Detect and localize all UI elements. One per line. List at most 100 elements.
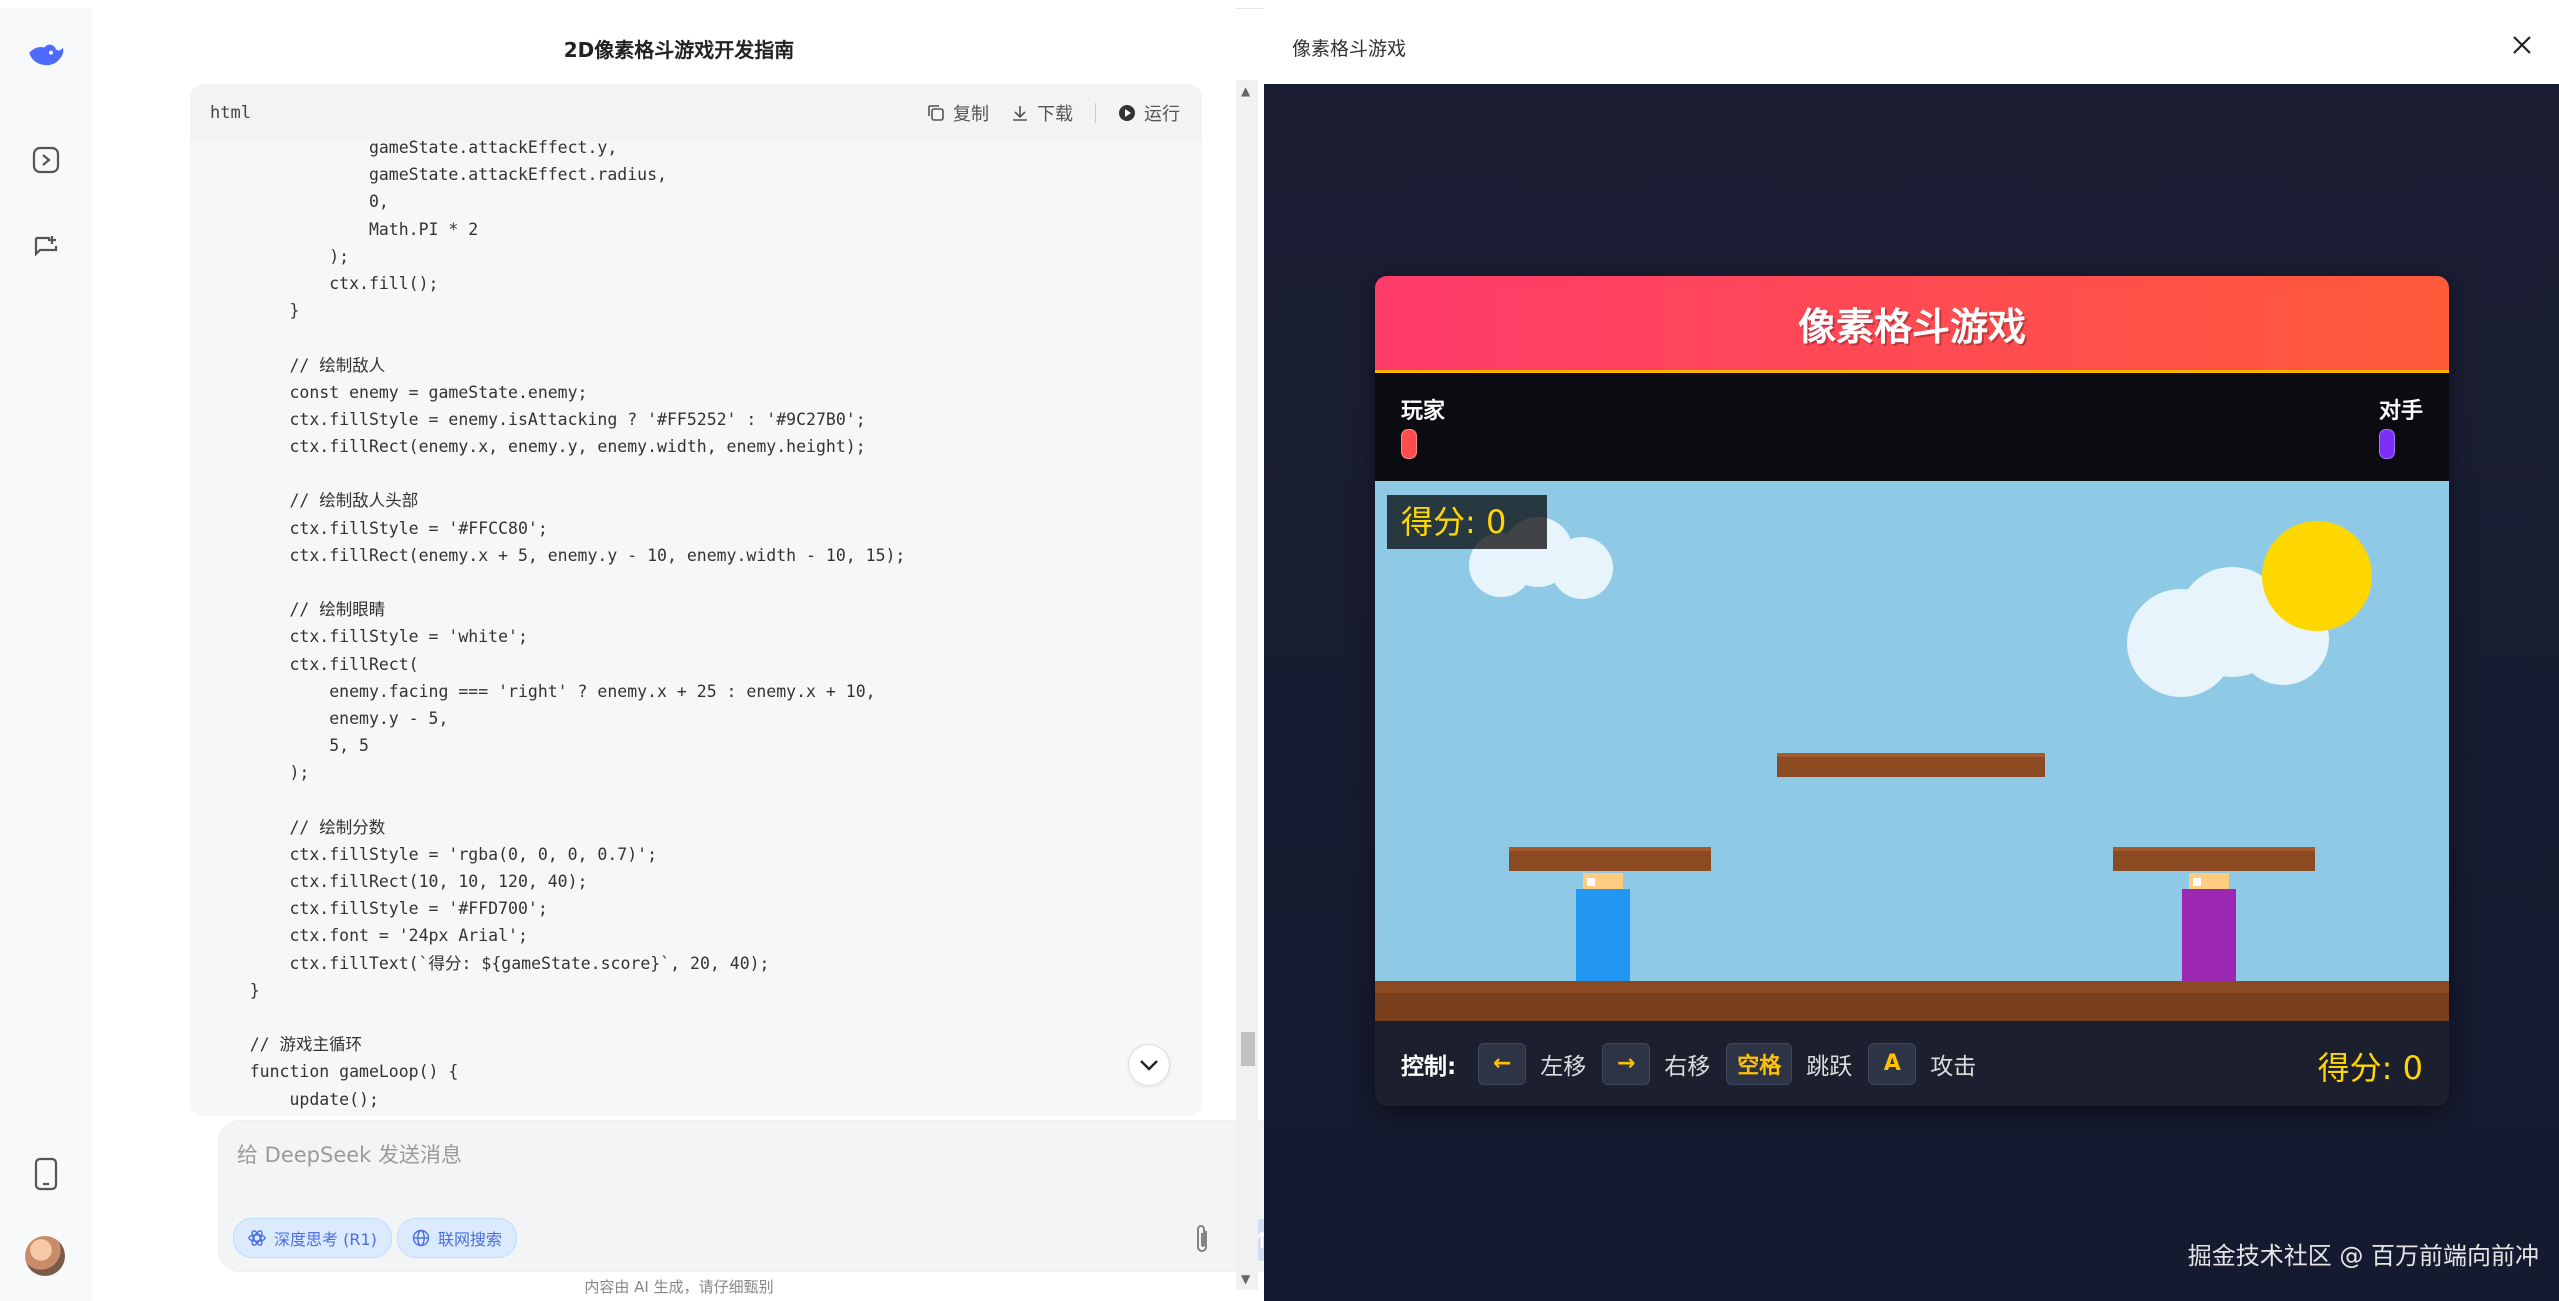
code-line: // 绘制分数 bbox=[210, 817, 386, 837]
controls-bar: 控制: ← 左移 → 右移 空格 跳跃 A 攻击 得分: 0 bbox=[1375, 1021, 2449, 1106]
code-line: ctx.fillStyle = '#FFCC80'; bbox=[210, 518, 548, 538]
code-block: html 复制 下载 运行 gameState.attackEffect.y, … bbox=[190, 84, 1202, 1116]
enemy-health-bar bbox=[2379, 429, 2395, 459]
watermark: 掘金技术社区 @ 百万前端向前冲 bbox=[2187, 1242, 2539, 1270]
code-line: ctx.fillRect(10, 10, 120, 40); bbox=[210, 872, 588, 892]
mobile-app-icon[interactable] bbox=[26, 1154, 66, 1194]
health-hud: 玩家 对手 bbox=[1375, 373, 2449, 481]
code-line: gameState.attackEffect.y, bbox=[210, 138, 618, 157]
code-line: enemy.facing === 'right' ? enemy.x + 25 … bbox=[210, 681, 876, 701]
code-line: function gameLoop() { bbox=[210, 1062, 459, 1082]
sidebar-toggle-icon[interactable] bbox=[26, 140, 66, 180]
platform-middle bbox=[1777, 753, 2045, 777]
code-line: ctx.fillRect(enemy.x + 5, enemy.y - 10, … bbox=[210, 545, 906, 565]
close-button[interactable] bbox=[2507, 30, 2537, 60]
web-search-toggle[interactable]: 联网搜索 bbox=[397, 1218, 518, 1258]
enemy-fighter bbox=[2182, 889, 2236, 981]
download-icon bbox=[1013, 106, 1027, 121]
code-line: ctx.fillStyle = enemy.isAttacking ? '#FF… bbox=[210, 409, 866, 429]
code-line: 5, 5 bbox=[210, 736, 369, 756]
code-language: html bbox=[210, 103, 251, 123]
preview-stage: 像素格斗游戏 玩家 对手 得分: 0 控制: ← 左移 → 右移 空格 跳跃 A… bbox=[1264, 84, 2559, 1301]
attach-button[interactable] bbox=[1187, 1221, 1217, 1257]
download-label: 下载 bbox=[1037, 104, 1073, 125]
canvas-score: 得分: 0 bbox=[1387, 495, 1547, 549]
code-line: ctx.fillRect( bbox=[210, 654, 419, 674]
paperclip-icon bbox=[1197, 1225, 1207, 1252]
user-avatar[interactable] bbox=[25, 1236, 65, 1276]
key-right: → bbox=[1602, 1042, 1651, 1085]
globe-icon bbox=[412, 1229, 430, 1247]
code-line: // 绘制敌人头部 bbox=[210, 491, 419, 511]
game-title: 像素格斗游戏 bbox=[1797, 304, 2026, 349]
footer-score: 得分: 0 bbox=[2317, 1049, 2423, 1087]
code-line: // 绘制眼睛 bbox=[210, 600, 386, 620]
key-a-desc: 攻击 bbox=[1930, 1053, 1977, 1080]
code-line: ctx.fillStyle = '#FFD700'; bbox=[210, 899, 548, 919]
controls-label: 控制: bbox=[1401, 1053, 1457, 1080]
key-right-desc: 右移 bbox=[1664, 1053, 1711, 1080]
code-line: ctx.fillText(`得分: ${gameState.score}`, 2… bbox=[210, 953, 770, 973]
code-content: gameState.attackEffect.y, gameState.atta… bbox=[190, 134, 1202, 1116]
copy-label: 复制 bbox=[953, 104, 989, 125]
preview-title: 像素格斗游戏 bbox=[1292, 38, 1407, 60]
code-line: const enemy = gameState.enemy; bbox=[210, 382, 588, 402]
run-label: 运行 bbox=[1144, 104, 1180, 125]
scroll-down-button[interactable] bbox=[1128, 1044, 1170, 1086]
run-button[interactable]: 运行 bbox=[1118, 100, 1180, 126]
key-left: ← bbox=[1478, 1042, 1527, 1085]
code-line: } bbox=[210, 301, 300, 321]
player-label: 玩家 bbox=[1401, 399, 1446, 424]
player-fighter bbox=[1576, 889, 1630, 981]
key-space: 空格 bbox=[1726, 1042, 1793, 1085]
game-window: 像素格斗游戏 玩家 对手 得分: 0 控制: ← 左移 → 右移 空格 跳跃 A… bbox=[1375, 276, 2449, 1106]
player-eye bbox=[1587, 878, 1595, 886]
code-line: ); bbox=[210, 763, 310, 783]
copy-button[interactable]: 复制 bbox=[927, 100, 989, 126]
code-line: ctx.font = '24px Arial'; bbox=[210, 926, 528, 946]
code-line: draw(); bbox=[190, 1113, 1202, 1116]
deep-think-toggle[interactable]: 深度思考 (R1) bbox=[233, 1218, 392, 1258]
play-icon bbox=[1119, 105, 1135, 121]
game-header: 像素格斗游戏 bbox=[1375, 276, 2449, 373]
key-space-desc: 跳跃 bbox=[1806, 1053, 1853, 1080]
player-health-bar bbox=[1401, 429, 1417, 459]
message-input[interactable]: 给 DeepSeek 发送消息 bbox=[237, 1139, 462, 1169]
platform-left bbox=[1509, 847, 1711, 871]
deep-think-label: 深度思考 (R1) bbox=[274, 1230, 377, 1249]
code-line: ); bbox=[210, 246, 350, 266]
new-chat-icon[interactable] bbox=[26, 228, 66, 268]
chat-area: 2D像素格斗游戏开发指南 html 复制 下载 运行 gameState.att… bbox=[92, 8, 1298, 1301]
scrollbar-thumb[interactable] bbox=[1241, 1032, 1255, 1066]
message-input-box[interactable]: 给 DeepSeek 发送消息 深度思考 (R1) 联网搜索 bbox=[218, 1120, 1298, 1272]
code-line: ctx.fill(); bbox=[210, 273, 439, 293]
chat-scrollbar[interactable]: ▲ ▼ bbox=[1236, 80, 1258, 1290]
preview-header: 像素格斗游戏 bbox=[1264, 8, 2559, 85]
atom-icon bbox=[248, 1230, 266, 1246]
left-rail bbox=[0, 8, 92, 1301]
key-a: A bbox=[1868, 1042, 1917, 1085]
chevron-down-icon bbox=[1140, 1060, 1158, 1071]
download-button[interactable]: 下载 bbox=[1011, 100, 1073, 126]
code-line: enemy.y - 5, bbox=[210, 708, 449, 728]
code-line: ctx.fillStyle = 'rgba(0, 0, 0, 0.7)'; bbox=[210, 844, 658, 864]
code-line: // 绘制敌人 bbox=[210, 355, 386, 375]
scroll-up-arrow-icon[interactable]: ▲ bbox=[1241, 84, 1250, 98]
scroll-down-arrow-icon[interactable]: ▼ bbox=[1241, 1272, 1250, 1286]
code-line: 0, bbox=[210, 192, 389, 212]
code-line: Math.PI * 2 bbox=[210, 219, 479, 239]
code-line: gameState.attackEffect.radius, bbox=[210, 165, 667, 185]
sun bbox=[2262, 521, 2372, 631]
chat-title: 2D像素格斗游戏开发指南 bbox=[563, 38, 795, 62]
deepseek-logo-icon[interactable] bbox=[26, 36, 66, 76]
cloud bbox=[1551, 537, 1613, 599]
platform-right bbox=[2113, 847, 2315, 871]
game-canvas[interactable]: 得分: 0 bbox=[1375, 481, 2449, 1021]
close-icon bbox=[2513, 36, 2531, 54]
code-line: } bbox=[210, 980, 260, 1000]
action-divider bbox=[1095, 103, 1096, 123]
